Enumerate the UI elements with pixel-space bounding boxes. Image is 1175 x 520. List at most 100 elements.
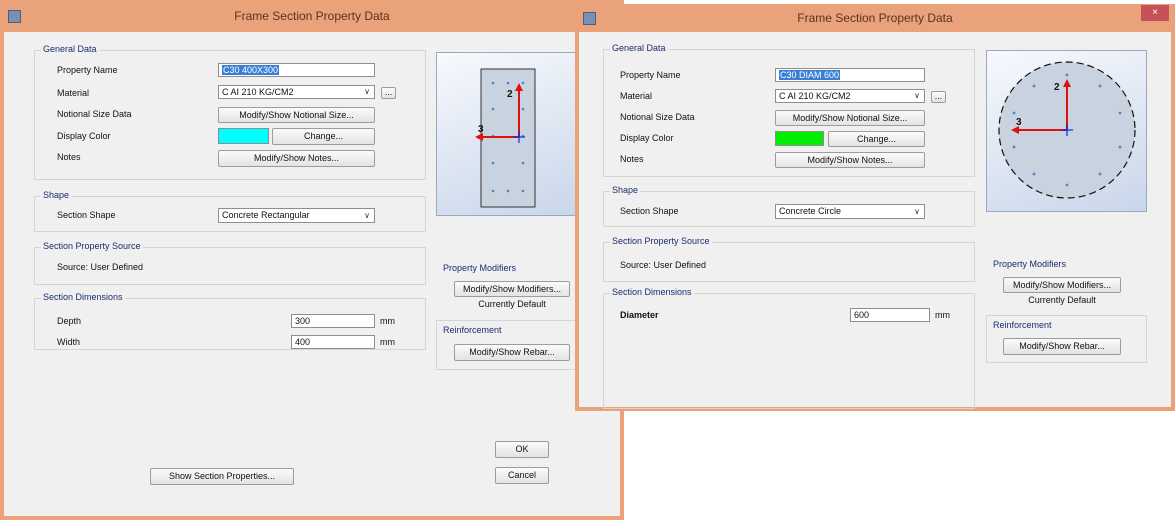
property-name-input[interactable]: C30 DIAM 600 <box>775 68 925 82</box>
section-shape-label: Section Shape <box>57 210 116 220</box>
rebar-dot <box>491 161 495 165</box>
dialog-content: General Data Property Name C30 DIAM 600 … <box>579 32 1171 409</box>
modify-rebar-button[interactable]: Modify/Show Rebar... <box>454 344 570 361</box>
source-text: Source: User Defined <box>620 260 707 270</box>
property-modifiers-group: Property Modifiers Modify/Show Modifiers… <box>986 254 1147 312</box>
change-color-button[interactable]: Change... <box>272 128 375 145</box>
dialog-title: Frame Section Property Data <box>797 11 953 25</box>
property-name-value: C30 DIAM 600 <box>779 70 841 80</box>
group-title: Section Property Source <box>41 241 143 251</box>
reinforcement-title: Reinforcement <box>443 325 502 335</box>
rebar-dot <box>1032 84 1036 88</box>
group-title: General Data <box>610 43 668 53</box>
property-name-label: Property Name <box>57 65 118 75</box>
notes-label: Notes <box>620 154 644 164</box>
diameter-label: Diameter <box>620 310 659 320</box>
width-input[interactable]: 400 <box>291 335 375 349</box>
chevron-down-icon: ∨ <box>914 207 920 216</box>
group-title: Section Property Source <box>610 236 712 246</box>
depth-input[interactable]: 300 <box>291 314 375 328</box>
rebar-dot <box>1032 172 1036 176</box>
property-modifiers-title: Property Modifiers <box>443 263 517 273</box>
title-bar[interactable]: Frame Section Property Data <box>0 0 624 32</box>
notes-button[interactable]: Modify/Show Notes... <box>775 152 925 168</box>
rebar-dot <box>491 81 495 85</box>
section-shape-value: Concrete Circle <box>779 206 842 216</box>
rebar-dot <box>491 189 495 193</box>
rebar-dot <box>506 81 510 85</box>
rebar-dot <box>506 189 510 193</box>
circular-section-diagram: 2 3 <box>998 61 1136 199</box>
property-name-input[interactable]: C30 400X300 <box>218 63 375 77</box>
modifiers-status: Currently Default <box>478 299 546 309</box>
axis-2-label: 2 <box>1054 82 1060 93</box>
material-select[interactable]: C AI 210 KG/CM2 ∨ <box>775 89 925 103</box>
material-select[interactable]: C AI 210 KG/CM2 ∨ <box>218 85 375 99</box>
section-dimensions-group: Section Dimensions Depth 300 mm Width 40… <box>34 292 426 350</box>
property-modifiers-group: Property Modifiers Modify/Show Modifiers… <box>436 258 577 318</box>
material-browse-button[interactable]: ... <box>381 87 396 99</box>
rebar-dot <box>1118 111 1122 115</box>
notes-button[interactable]: Modify/Show Notes... <box>218 150 375 167</box>
group-title: Section Dimensions <box>610 287 694 297</box>
section-shape-select[interactable]: Concrete Circle ∨ <box>775 204 925 219</box>
rebar-dot <box>521 161 525 165</box>
axis-3-label: 3 <box>478 124 484 135</box>
axis-2-label: 2 <box>507 89 513 100</box>
dialog-title: Frame Section Property Data <box>234 9 390 23</box>
display-color-swatch[interactable] <box>775 131 824 146</box>
shape-group: Shape Section Shape Concrete Rectangular… <box>34 190 426 232</box>
cancel-button[interactable]: Cancel <box>495 467 549 484</box>
close-icon[interactable]: × <box>1141 5 1169 21</box>
width-unit: mm <box>380 337 395 347</box>
reinforcement-group: Reinforcement Modify/Show Rebar... <box>436 320 577 370</box>
rebar-dot <box>1012 111 1016 115</box>
notional-size-button[interactable]: Modify/Show Notional Size... <box>775 110 925 126</box>
display-color-swatch[interactable] <box>218 128 269 144</box>
rebar-dot <box>1098 172 1102 176</box>
property-modifiers-title: Property Modifiers <box>993 259 1067 269</box>
rebar-dot <box>1098 84 1102 88</box>
chevron-down-icon: ∨ <box>364 211 370 220</box>
show-section-properties-button[interactable]: Show Section Properties... <box>150 468 294 485</box>
section-shape-value: Concrete Rectangular <box>222 210 310 220</box>
modify-modifiers-button[interactable]: Modify/Show Modifiers... <box>454 281 570 297</box>
property-name-value: C30 400X300 <box>222 65 280 75</box>
rebar-dot <box>1065 73 1069 77</box>
dialog-content: General Data Property Name C30 400X300 M… <box>4 32 620 516</box>
display-color-label: Display Color <box>57 131 111 141</box>
rebar-dot <box>1065 183 1069 187</box>
modify-modifiers-button[interactable]: Modify/Show Modifiers... <box>1003 277 1121 293</box>
rebar-dot <box>521 107 525 111</box>
width-label: Width <box>57 337 81 347</box>
rebar-dot <box>491 107 495 111</box>
chevron-down-icon: ∨ <box>364 87 370 96</box>
ok-button[interactable]: OK <box>495 441 549 458</box>
section-shape-select[interactable]: Concrete Rectangular ∨ <box>218 208 375 223</box>
notional-size-button[interactable]: Modify/Show Notional Size... <box>218 107 375 123</box>
chevron-down-icon: ∨ <box>914 91 920 100</box>
section-preview: 2 3 <box>436 52 577 216</box>
group-title: Shape <box>41 190 72 200</box>
frame-section-dialog-circular: Frame Section Property Data × General Da… <box>575 4 1175 411</box>
material-label: Material <box>57 88 90 98</box>
material-value: C AI 210 KG/CM2 <box>222 87 294 97</box>
notional-size-label: Notional Size Data <box>57 109 132 119</box>
source-text: Source: User Defined <box>57 262 144 272</box>
display-color-label: Display Color <box>620 133 674 143</box>
shape-group: Shape Section Shape Concrete Circle ∨ <box>603 185 975 227</box>
material-label: Material <box>620 91 653 101</box>
modifiers-status: Currently Default <box>1028 295 1096 305</box>
notes-label: Notes <box>57 152 81 162</box>
diameter-input[interactable]: 600 <box>850 308 930 322</box>
rebar-dot <box>1012 145 1016 149</box>
change-color-button[interactable]: Change... <box>828 131 925 147</box>
title-bar[interactable]: Frame Section Property Data × <box>575 4 1175 32</box>
general-data-group: General Data Property Name C30 400X300 M… <box>34 44 426 180</box>
modify-rebar-button[interactable]: Modify/Show Rebar... <box>1003 338 1121 355</box>
rebar-dot <box>1118 145 1122 149</box>
group-title: Section Dimensions <box>41 292 125 302</box>
material-browse-button[interactable]: ... <box>931 91 946 103</box>
rebar-dot <box>521 81 525 85</box>
diameter-unit: mm <box>935 310 950 320</box>
